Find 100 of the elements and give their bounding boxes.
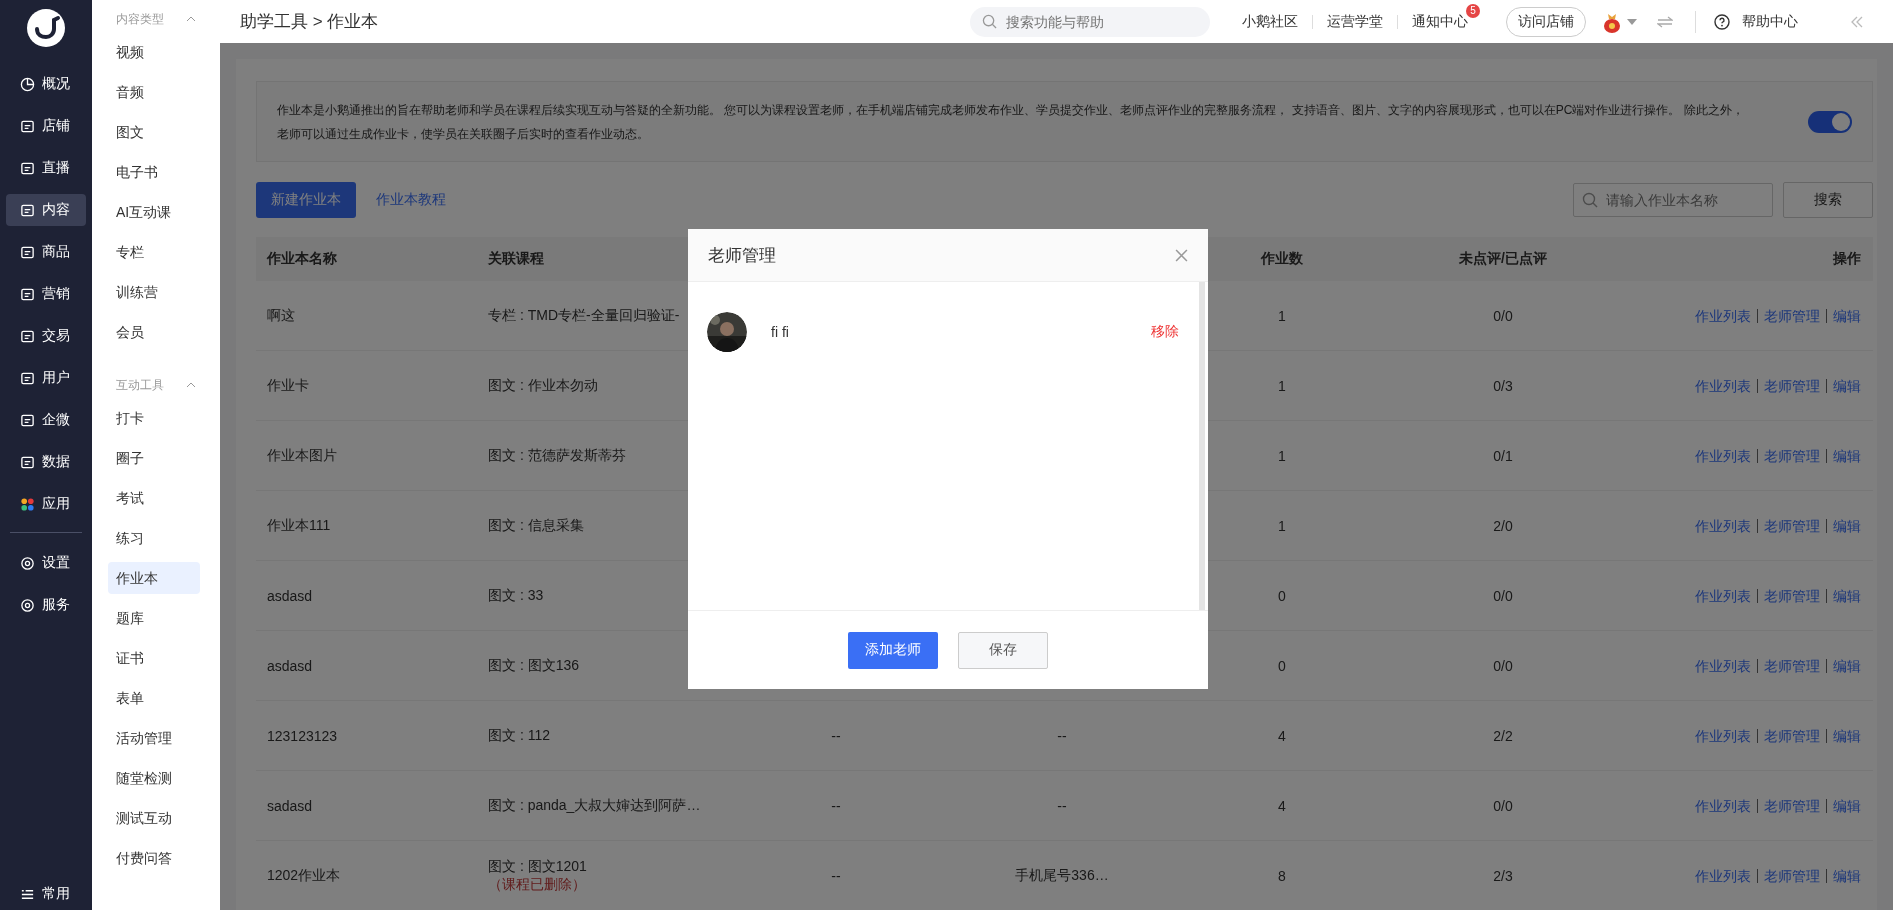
submenu-item[interactable]: 证书 [108, 642, 200, 674]
submenu-item[interactable]: 会员 [108, 316, 200, 348]
table-cell: 手机尾号336… [1015, 866, 1109, 883]
modal-title: 老师管理 [708, 244, 776, 267]
table-cell: 作业本图片 [267, 446, 337, 463]
submenu-item[interactable]: 训练营 [108, 276, 200, 308]
close-icon[interactable] [1175, 248, 1188, 262]
submenu-item[interactable]: 考试 [108, 482, 200, 514]
submenu-item[interactable]: 专栏 [108, 236, 200, 268]
top-link[interactable]: 运营学堂 [1325, 12, 1385, 31]
search-field[interactable]: 请输入作业本名称 [1573, 183, 1773, 217]
pie-chart-icon [20, 76, 35, 92]
table-cell: 2/3 [1493, 867, 1513, 884]
notification-badge: 5 [1466, 3, 1480, 18]
submenu-item[interactable]: 电子书 [108, 156, 200, 188]
submenu-item[interactable]: 活动管理 [108, 722, 200, 754]
table-cell: 4 [1278, 797, 1286, 814]
nav-item[interactable]: 设置 [6, 547, 86, 579]
table-cell: 0/3 [1493, 377, 1513, 394]
nav-item[interactable]: 数据 [6, 446, 86, 478]
submenu-item[interactable]: 付费问答 [108, 842, 200, 874]
swap-icon[interactable] [1657, 15, 1673, 28]
table-cell: 2/2 [1493, 727, 1513, 744]
submenu-item[interactable]: 练习 [108, 522, 200, 554]
table-cell: 8 [1278, 867, 1286, 884]
nav-item[interactable]: 常用 [6, 878, 86, 910]
nav-item[interactable]: 营销 [6, 278, 86, 310]
table-cell: 图文 : 作业本勿动 [488, 376, 598, 395]
table-cell: 4 [1278, 727, 1286, 744]
table-cell: 1202作业本 [267, 866, 341, 883]
scrollbar[interactable] [1199, 282, 1205, 610]
submenu-item[interactable]: 图文 [108, 116, 200, 148]
nav-item[interactable]: 企微 [6, 404, 86, 436]
table-cell: 作业卡 [267, 376, 309, 393]
toggle-switch[interactable] [1808, 110, 1852, 133]
nav-item[interactable]: 概况 [6, 68, 86, 100]
help-icon[interactable] [1714, 13, 1730, 30]
table-cell: 2/0 [1493, 517, 1513, 534]
nav-item[interactable]: 店铺 [6, 110, 86, 142]
nav-item[interactable]: 用户 [6, 362, 86, 394]
document-icon [20, 160, 35, 176]
document-icon [20, 118, 35, 134]
help-center-link[interactable]: 帮助中心 [1740, 12, 1800, 31]
caret-icon[interactable] [1627, 18, 1637, 25]
visit-shop-button[interactable]: 访问店铺 [1506, 6, 1586, 37]
save-button[interactable]: 保存 [958, 631, 1048, 669]
submenu-item[interactable]: 视频 [108, 36, 200, 68]
remove-link[interactable]: 移除 [1151, 323, 1179, 341]
submenu-item[interactable]: 随堂检测 [108, 762, 200, 794]
table-cell: 123123123 [267, 727, 338, 744]
submenu-item[interactable]: 题库 [108, 602, 200, 634]
nav-item[interactable]: 交易 [6, 320, 86, 352]
nav-item[interactable]: 内容 [6, 194, 86, 226]
column-header: 作业本名称 [267, 250, 337, 266]
table-cell: 1 [1278, 377, 1286, 394]
document-icon [20, 328, 35, 344]
table-cell: 图文 : 图文136 [488, 656, 580, 675]
table-cell: 1 [1278, 517, 1286, 534]
submenu-item[interactable]: 打卡 [108, 402, 200, 434]
add-teacher-button[interactable]: 添加老师 [848, 631, 938, 669]
submenu-item[interactable]: AI互动课 [108, 196, 200, 228]
table-cell: asdasd [267, 657, 313, 674]
chevron-icon [186, 382, 196, 388]
table-cell: -- [1057, 797, 1067, 814]
table-cell: 0/0 [1493, 797, 1513, 814]
table-cell: 图文 : 信息采集 [488, 516, 584, 535]
document-icon [20, 286, 35, 302]
table-cell: 1 [1278, 447, 1286, 464]
document-icon [20, 412, 35, 428]
column-header: 作业数 [1261, 250, 1303, 266]
submenu-item[interactable]: 圈子 [108, 442, 200, 474]
table-cell: 图文 : 33 [488, 586, 544, 605]
document-icon [20, 244, 35, 260]
table-cell: -- [831, 867, 841, 884]
nav-item[interactable]: 服务 [6, 589, 86, 621]
table-cell: 0 [1278, 587, 1286, 604]
submenu-item[interactable]: 音频 [108, 76, 200, 108]
submenu-item[interactable]: 作业本 [108, 562, 200, 594]
search-button[interactable]: 搜索 [1783, 182, 1873, 218]
table-cell: 图文 : panda_大叔大婶达到阿萨… [488, 796, 701, 815]
table-cell: 图文 : 112 [488, 726, 550, 745]
search-field[interactable]: 搜索功能与帮助 [970, 6, 1210, 37]
document-icon [20, 202, 35, 218]
teacher-name: fi fi [771, 324, 790, 340]
submenu-item[interactable]: 测试互动 [108, 802, 200, 834]
table-cell: 0/0 [1493, 657, 1513, 674]
nav-item[interactable]: 直播 [6, 152, 86, 184]
top-link[interactable]: 小鹅社区 [1240, 12, 1300, 31]
nav-item[interactable]: 应用 [6, 488, 86, 520]
submenu-item[interactable]: 表单 [108, 682, 200, 714]
table-cell: 1 [1278, 307, 1286, 324]
table-cell: 专栏 : TMD专栏-全量回归验证- [488, 306, 680, 325]
document-icon [20, 454, 35, 470]
nav-item[interactable]: 商品 [6, 236, 86, 268]
ring-icon [20, 597, 35, 613]
logo-icon [26, 8, 66, 48]
column-header: 关联课程 [488, 250, 544, 266]
table-cell: 0/1 [1493, 447, 1513, 464]
collapse-icon[interactable] [1850, 15, 1864, 28]
deleted-note: （课程已删除） [488, 875, 586, 894]
